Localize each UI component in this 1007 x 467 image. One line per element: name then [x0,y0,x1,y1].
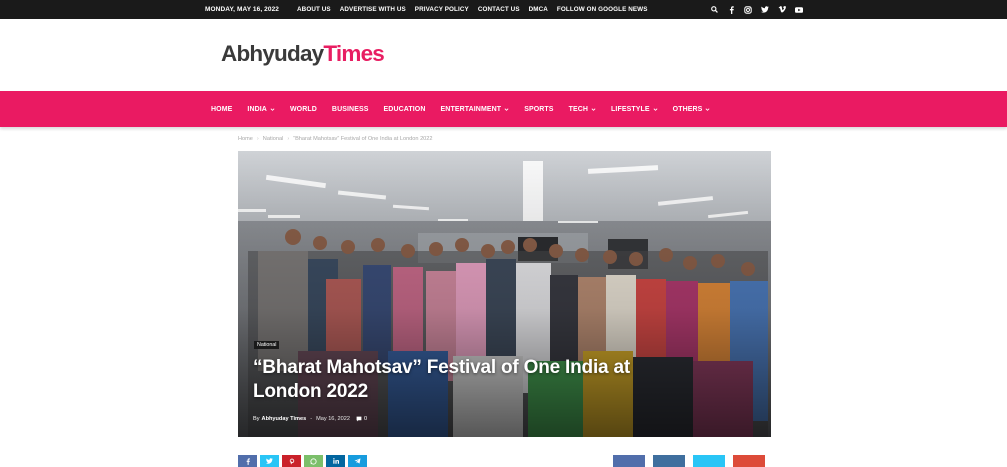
linkedin-icon [332,458,339,464]
chevron-down-icon [653,107,658,111]
nav-item-entertainment[interactable]: ENTERTAINMENT [441,106,510,113]
toplink-about-us[interactable]: ABOUT US [297,6,331,13]
toplink-advertise[interactable]: ADVERTISE WITH US [340,6,406,13]
main-nav: HOME INDIA WORLD BUSINESS EDUCATION ENTE… [0,91,1007,127]
meta-separator: - [310,416,313,422]
share-linkedin-large-button[interactable] [653,455,685,467]
share-facebook-large-button[interactable] [613,455,645,467]
chevron-down-icon [270,107,275,111]
nav-item-label: SPORTS [524,105,554,113]
nav-item-world[interactable]: WORLD [290,106,317,113]
comments-count-value: 0 [363,416,368,422]
comment-icon [356,416,362,422]
toplink-contact-us[interactable]: CONTACT US [478,6,520,13]
nav-item-label: BUSINESS [331,105,369,113]
nav-item-label: ENTERTAINMENT [440,105,502,113]
current-date: MONDAY, MAY 16, 2022 [205,6,280,13]
twitter-icon[interactable] [761,6,769,14]
chevron-down-icon [504,107,509,111]
breadcrumb-current: “Bharat Mahotsav” Festival of One India … [293,136,433,142]
nav-item-label: INDIA [247,105,267,113]
pinterest-icon [289,458,294,464]
nav-item-india[interactable]: INDIA [247,106,275,113]
nav-item-label: OTHERS [672,105,703,113]
share-linkedin-button[interactable] [326,455,345,467]
share-twitter-button[interactable] [260,455,279,467]
featured-image[interactable]: National “Bharat Mahotsav” Festival of O… [238,151,771,437]
whatsapp-icon [310,457,317,465]
nav-item-tech[interactable]: TECH [569,106,596,113]
nav-item-home[interactable]: HOME [211,106,232,113]
share-facebook-button[interactable] [238,455,257,467]
search-icon[interactable] [710,6,718,14]
category-badge[interactable]: National [254,341,280,349]
byline-prefix: By [253,416,260,422]
youtube-icon[interactable] [795,6,803,14]
share-buttons-small [238,455,367,467]
share-twitter-large-button[interactable] [693,455,725,467]
top-bar-content: MONDAY, MAY 16, 2022 ABOUT US ADVERTISE … [205,0,657,19]
logo-text-accent: Times [323,41,384,66]
nav-item-sports[interactable]: SPORTS [524,106,553,113]
breadcrumb-separator: › [256,136,259,142]
instagram-icon[interactable] [744,5,752,14]
article-meta: By Abhyuday Times - May 16, 2022 0 [253,416,367,422]
chevron-down-icon [705,107,710,111]
share-telegram-button[interactable] [348,455,367,467]
nav-item-label: EDUCATION [383,105,426,113]
breadcrumb-category[interactable]: National [263,136,284,142]
top-bar: MONDAY, MAY 16, 2022 ABOUT US ADVERTISE … [0,0,1007,19]
twitter-icon [266,458,273,464]
comments-count[interactable]: 0 [356,416,367,422]
chevron-down-icon [591,107,596,111]
nav-item-lifestyle[interactable]: LIFESTYLE [611,106,658,113]
breadcrumb-home[interactable]: Home [238,136,253,142]
share-whatsapp-button[interactable] [304,455,323,467]
facebook-icon [246,457,250,465]
article-title: “Bharat Mahotsav” Festival of One India … [253,357,630,402]
share-buttons-large [613,455,765,467]
nav-item-business[interactable]: BUSINESS [332,106,369,113]
nav-item-label: WORLD [289,105,317,113]
vimeo-icon[interactable] [778,6,786,14]
nav-item-education[interactable]: EDUCATION [384,106,426,113]
nav-item-label: HOME [211,105,233,113]
facebook-icon[interactable] [727,5,735,14]
telegram-icon [354,458,361,464]
nav-item-label: TECH [568,105,589,113]
toplink-privacy-policy[interactable]: PRIVACY POLICY [415,6,469,13]
social-icons [710,0,803,19]
share-pinterest-button[interactable] [282,455,301,467]
publish-date: May 16, 2022 [316,416,350,422]
logo-text-primary: Abhyuday [221,41,324,66]
share-pinterest-large-button[interactable] [733,455,765,467]
toplink-dmca[interactable]: DMCA [529,6,548,13]
nav-item-others[interactable]: OTHERS [673,106,711,113]
author-link[interactable]: Abhyuday Times [262,416,307,422]
toplink-google-news[interactable]: FOLLOW ON GOOGLE NEWS [557,6,648,13]
breadcrumb: Home › National › “Bharat Mahotsav” Fest… [238,134,433,144]
main-nav-items: HOME INDIA WORLD BUSINESS EDUCATION ENTE… [211,91,725,127]
nav-item-label: LIFESTYLE [611,105,650,113]
breadcrumb-separator: › [287,136,290,142]
site-logo[interactable]: Abhyuday Times [221,41,385,71]
